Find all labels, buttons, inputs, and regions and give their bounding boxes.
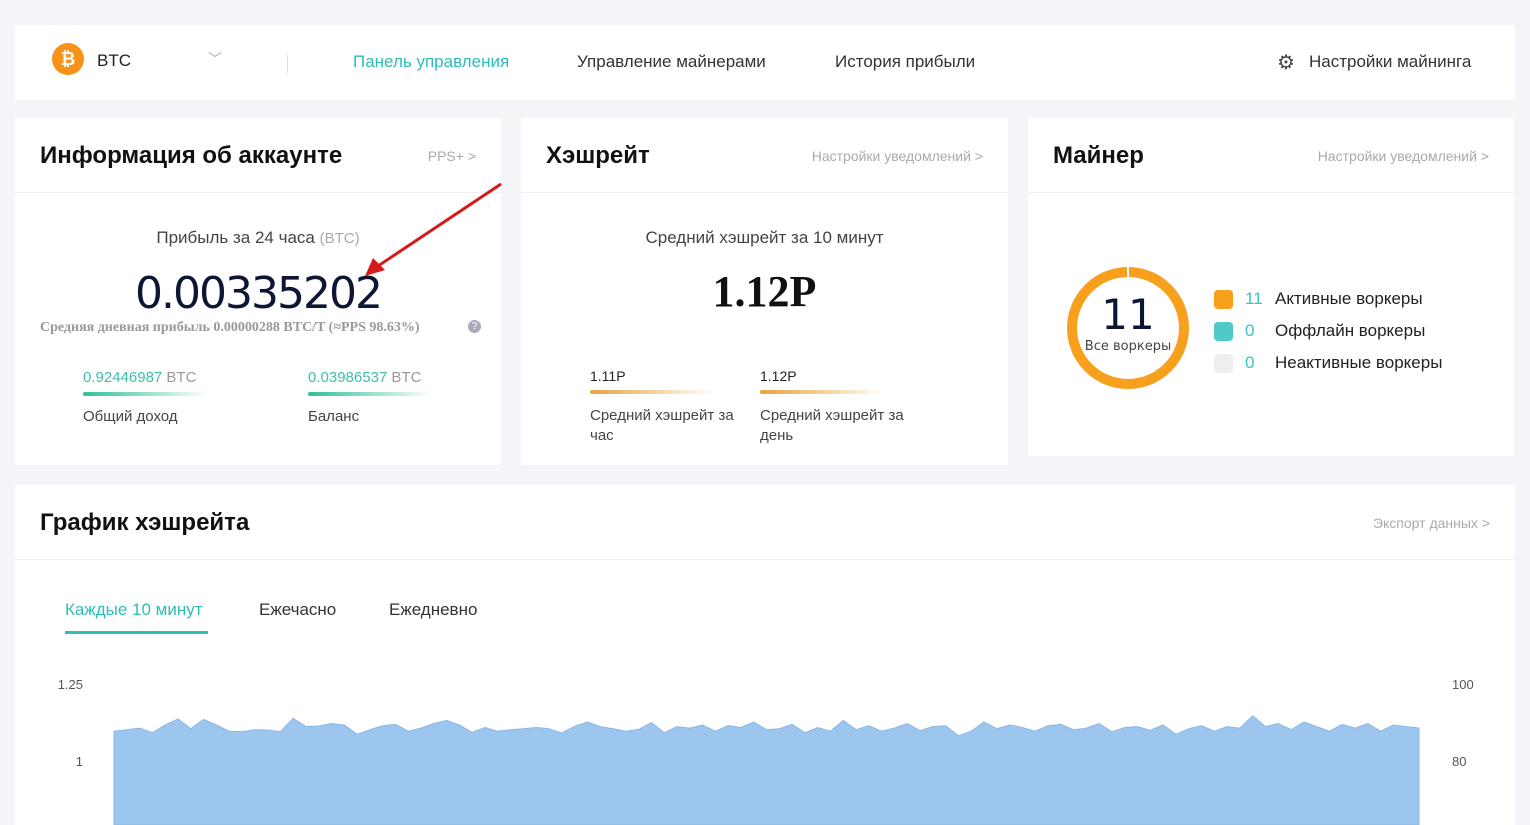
- hashrate-chart-card: График хэшрейта Экспорт данных > Каждые …: [15, 485, 1515, 825]
- avg-daily-profit: Средняя дневная прибыль 0.00000288 BTC/T…: [40, 320, 420, 335]
- card-title: Майнер: [1053, 142, 1144, 169]
- active-count: 11: [1245, 289, 1263, 308]
- total-income-label: Общий доход: [83, 408, 178, 425]
- hashrate-area-series: [113, 715, 1420, 825]
- nav-miners[interactable]: Управление майнерами: [577, 52, 766, 72]
- hour-hashrate-value: 1.11P: [590, 368, 626, 384]
- offline-count: 0: [1245, 321, 1255, 340]
- top-nav-bar: ₿ BTC ﹀ Панель управления Управление май…: [15, 25, 1515, 100]
- help-icon[interactable]: ?: [468, 320, 481, 333]
- hour-hashrate-label: Средний хэшрейт за час: [590, 407, 734, 444]
- balance-value: 0.03986537: [308, 369, 388, 386]
- profit-unit: (BTC): [319, 230, 360, 247]
- day-hashrate-bar: [760, 390, 885, 394]
- mining-settings-link[interactable]: Настройки майнинга: [1309, 52, 1471, 72]
- hour-hashrate-bar: [590, 390, 715, 394]
- card-title: Хэшрейт: [546, 142, 650, 169]
- inactive-label: Неактивные воркеры: [1275, 353, 1443, 372]
- offline-label: Оффлайн воркеры: [1275, 321, 1426, 340]
- pps-link[interactable]: PPS+ >: [428, 148, 476, 164]
- legend-offline[interactable]: 0 Оффлайн воркеры: [1214, 315, 1442, 347]
- active-swatch: [1214, 289, 1233, 309]
- miner-card: Майнер Настройки уведомлений > 11 Все во…: [1028, 118, 1514, 456]
- day-hashrate-label: Средний хэшрейт за день: [760, 407, 904, 444]
- offline-swatch: [1214, 321, 1233, 341]
- total-income-value: 0.92446987: [83, 369, 163, 386]
- profit-label: Прибыль за 24 часа: [156, 228, 315, 247]
- divider: [287, 55, 288, 73]
- red-arrow-annotation: [365, 182, 502, 276]
- bitcoin-icon: ₿: [52, 43, 84, 75]
- account-info-card: Информация об аккаунте PPS+ > Прибыль за…: [15, 118, 502, 465]
- balance-bar: [308, 392, 433, 396]
- nav-dashboard[interactable]: Панель управления: [353, 52, 509, 72]
- inactive-count: 0: [1245, 353, 1255, 372]
- total-workers-label: Все воркеры: [1084, 339, 1172, 354]
- card-title: Информация об аккаунте: [40, 142, 343, 169]
- total-income-bar: [83, 392, 208, 396]
- coin-selector[interactable]: BTC: [97, 51, 131, 71]
- legend-active[interactable]: 11 Активные воркеры: [1214, 283, 1442, 315]
- legend-inactive[interactable]: 0 Неактивные воркеры: [1214, 347, 1442, 379]
- day-hashrate-value: 1.12P: [760, 368, 797, 384]
- notification-settings-link[interactable]: Настройки уведомлений >: [812, 148, 983, 164]
- chevron-down-icon[interactable]: ﹀: [208, 49, 222, 69]
- active-label: Активные воркеры: [1275, 289, 1423, 308]
- avg-10min-label: Средний хэшрейт за 10 минут: [645, 228, 884, 247]
- balance-label: Баланс: [308, 408, 360, 425]
- avg-10min-value: 1.12P: [712, 267, 817, 316]
- inactive-swatch: [1214, 353, 1233, 373]
- total-workers: 11: [1101, 290, 1155, 339]
- hashrate-card: Хэшрейт Настройки уведомлений > Средний …: [521, 118, 1008, 465]
- gear-icon[interactable]: ⚙: [1277, 50, 1295, 75]
- nav-profit-history[interactable]: История прибыли: [835, 52, 975, 72]
- notification-settings-link[interactable]: Настройки уведомлений >: [1318, 148, 1489, 164]
- hashrate-area-chart: [113, 715, 1420, 825]
- total-income-unit: BTC: [166, 369, 197, 386]
- workers-legend: 11 Активные воркеры 0 Оффлайн воркеры 0 Неа…: [1214, 283, 1442, 379]
- balance-unit: BTC: [391, 369, 422, 386]
